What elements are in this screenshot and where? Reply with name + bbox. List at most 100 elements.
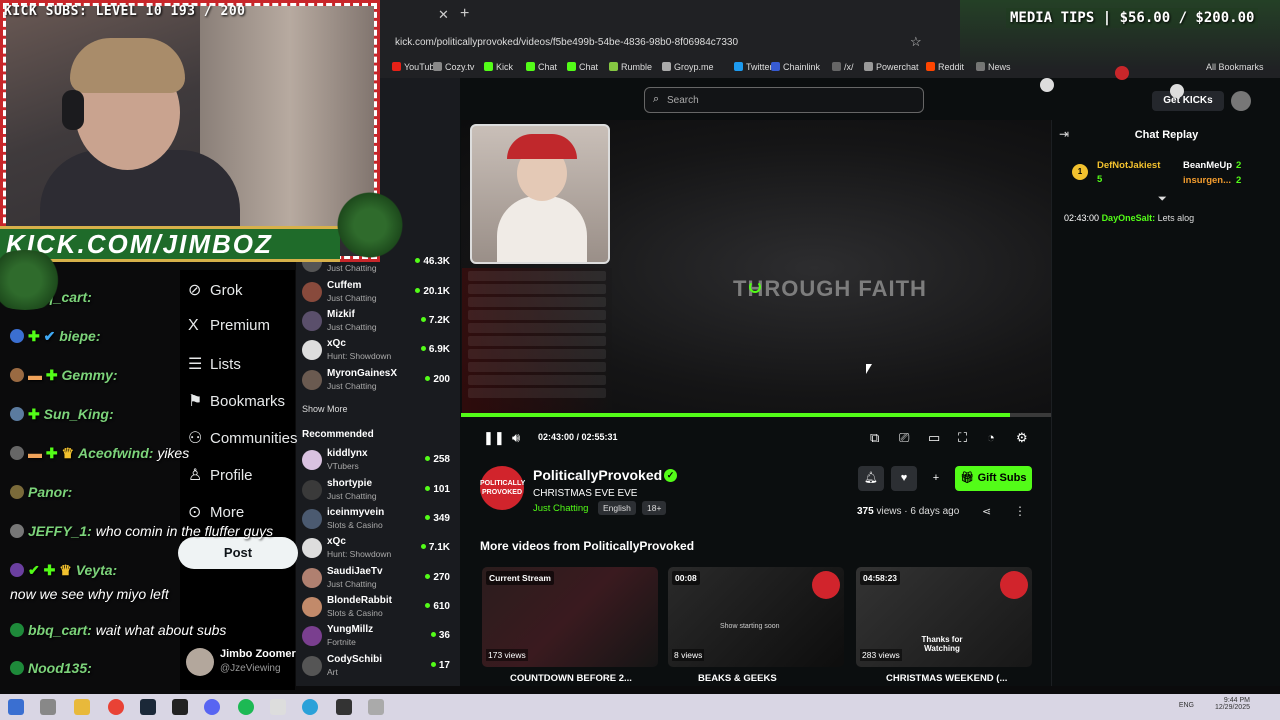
- video-title[interactable]: CHRISTMAS WEEKEND (...: [886, 673, 1007, 684]
- message-user[interactable]: DayOneSalt:: [1102, 213, 1156, 223]
- tag-language[interactable]: English: [598, 501, 636, 515]
- bookmark-reddit[interactable]: Reddit: [926, 62, 964, 72]
- settings-gear-icon[interactable]: ⚙: [1016, 430, 1028, 446]
- start-icon[interactable]: [8, 699, 24, 715]
- bookmark-kick[interactable]: Kick: [484, 62, 513, 72]
- discord-icon[interactable]: [204, 699, 220, 715]
- bookmark-star-icon[interactable]: ☆: [910, 34, 922, 50]
- new-tab-button[interactable]: +: [460, 5, 469, 23]
- theater-mode-icon[interactable]: ▭: [928, 430, 940, 446]
- video-card[interactable]: Current Stream 173 views: [482, 567, 658, 667]
- sidebar-channel[interactable]: CodySchibi Art 17: [302, 654, 454, 682]
- clip-icon[interactable]: ⎚: [899, 430, 909, 446]
- channel-name[interactable]: PoliticallyProvoked: [533, 467, 662, 483]
- channel-logo-small: [812, 571, 840, 599]
- clock-time: 9:44 PM: [1223, 697, 1250, 704]
- avatar: [302, 370, 322, 390]
- leader-name[interactable]: BeanMeUp: [1183, 160, 1232, 171]
- system-clock[interactable]: 9:44 PM 12/29/2025: [1215, 697, 1250, 711]
- video-card[interactable]: 04:58:23 Thanks for Watching 283 views: [856, 567, 1032, 667]
- settings-icon[interactable]: [368, 699, 384, 715]
- volume-icon[interactable]: 🔊︎: [512, 430, 520, 446]
- sidebar-channel[interactable]: YungMillz Fortnite 36: [302, 624, 454, 652]
- video-views: 283 views: [860, 649, 902, 661]
- avatar: [302, 509, 322, 529]
- bookmark-powerchat[interactable]: Powerchat: [864, 62, 919, 72]
- terminal-icon[interactable]: [172, 699, 188, 715]
- bookmark-groyp[interactable]: Groyp.me: [662, 62, 714, 72]
- task-view-icon[interactable]: [40, 699, 56, 715]
- expand-leaderboard-icon[interactable]: ⏷: [1158, 193, 1167, 206]
- wreath-decoration-icon: [330, 190, 410, 260]
- avatar: [302, 597, 322, 617]
- playback-speed-icon[interactable]: ◔: [987, 430, 995, 445]
- app-icon[interactable]: [270, 699, 286, 715]
- telegram-icon[interactable]: [302, 699, 318, 715]
- video-card[interactable]: 00:08 Show starting soon 8 views: [668, 567, 844, 667]
- windows-taskbar: ENG 9:44 PM 12/29/2025: [0, 694, 1280, 720]
- chrome-icon[interactable]: [108, 699, 124, 715]
- chat-line: ✔ ✚ ♛ Veyta:: [10, 562, 117, 579]
- leader-name[interactable]: DefNotJakiest: [1097, 160, 1160, 171]
- sidebar-channel[interactable]: Cuffem Just Chatting 20.1K: [302, 280, 454, 308]
- url-text[interactable]: kick.com/politicallyprovoked/videos/f5be…: [395, 37, 738, 48]
- user-avatar[interactable]: [1231, 91, 1251, 111]
- kick-subs-goal: KICK SUBS: LEVEL 10 193 / 200: [4, 4, 246, 19]
- fullscreen-icon[interactable]: ⛶: [958, 430, 967, 446]
- share-icon[interactable]: ⋖: [982, 505, 991, 518]
- sidebar-channel[interactable]: iceinmyvein Slots & Casino 349: [302, 507, 454, 535]
- get-kicks-button[interactable]: Get KICKs: [1152, 91, 1224, 111]
- spotify-icon[interactable]: [238, 699, 254, 715]
- bookmark-chainlink[interactable]: Chainlink: [771, 62, 820, 72]
- bookmark-rumble[interactable]: Rumble: [609, 62, 652, 72]
- bookmark-chat-1[interactable]: Chat: [526, 62, 557, 72]
- obs-icon[interactable]: [336, 699, 352, 715]
- bookmark-cozy[interactable]: Cozy.tv: [433, 62, 474, 72]
- leader-name[interactable]: insurgen...: [1183, 175, 1231, 186]
- search-box[interactable]: ⌕ Search: [644, 87, 924, 113]
- file-explorer-icon[interactable]: [74, 699, 90, 715]
- bookmark-x[interactable]: /x/: [832, 62, 854, 72]
- close-tab-icon[interactable]: ✕: [438, 7, 449, 23]
- ornament-icon: [1115, 66, 1129, 80]
- loading-spinner-icon: [749, 281, 761, 293]
- sidebar-channel[interactable]: kiddlynx VTubers 258: [302, 448, 454, 476]
- pip-icon[interactable]: ⧉: [870, 430, 879, 446]
- sidebar-channel[interactable]: xQc Hunt: Showdown 7.1K: [302, 536, 454, 564]
- sidebar-channel[interactable]: shortypie Just Chatting 101: [302, 478, 454, 506]
- sidebar-channel[interactable]: MyronGainesX Just Chatting 200: [302, 368, 454, 396]
- stream-category[interactable]: Just Chatting: [533, 503, 588, 514]
- language-indicator[interactable]: ENG: [1179, 702, 1194, 709]
- clip-button-icon[interactable]: +: [923, 466, 949, 491]
- leader-count: 2: [1236, 160, 1242, 171]
- channel-logo[interactable]: POLITICALLY PROVOKED: [480, 466, 525, 510]
- sidebar-channel[interactable]: BlondeRabbit Slots & Casino 610: [302, 595, 454, 623]
- tag-mature[interactable]: 18+: [642, 501, 667, 515]
- sidebar-channel[interactable]: Mizkif Just Chatting 7.2K: [302, 309, 454, 337]
- chat-line: now we see why miyo left: [10, 586, 169, 602]
- channel-logo-small: [1000, 571, 1028, 599]
- bookmark-chat-2[interactable]: Chat: [567, 62, 598, 72]
- video-views: 173 views: [486, 649, 528, 661]
- video-title[interactable]: BEAKS & GEEKS: [698, 673, 777, 684]
- avatar: [302, 480, 322, 500]
- video-progress-bar[interactable]: [461, 413, 1051, 417]
- ornament-icon: [1170, 84, 1184, 98]
- sidebar-channel[interactable]: xQc Hunt: Showdown 6.9K: [302, 338, 454, 366]
- video-chat-overlay: [462, 268, 612, 416]
- gift-subs-button[interactable]: 🎁︎ Gift Subs: [955, 466, 1032, 491]
- chat-line: Nood135:: [10, 660, 92, 676]
- rank-badge: 1: [1072, 164, 1088, 180]
- bookmark-twitter[interactable]: Twitter: [734, 62, 773, 72]
- search-input[interactable]: Search: [667, 95, 699, 106]
- pause-icon[interactable]: ❚❚: [483, 430, 505, 446]
- avatar: [302, 538, 322, 558]
- avatar: [302, 311, 322, 331]
- more-options-icon[interactable]: ⋮: [1014, 504, 1026, 518]
- notification-bell-icon[interactable]: 🔔︎: [858, 466, 884, 491]
- show-more-link[interactable]: Show More: [302, 404, 348, 414]
- sidebar-channel[interactable]: SaudiJaeTv Just Chatting 270: [302, 566, 454, 594]
- video-title[interactable]: COUNTDOWN BEFORE 2...: [510, 673, 632, 684]
- steam-icon[interactable]: [140, 699, 156, 715]
- follow-heart-icon[interactable]: ♥: [891, 466, 917, 491]
